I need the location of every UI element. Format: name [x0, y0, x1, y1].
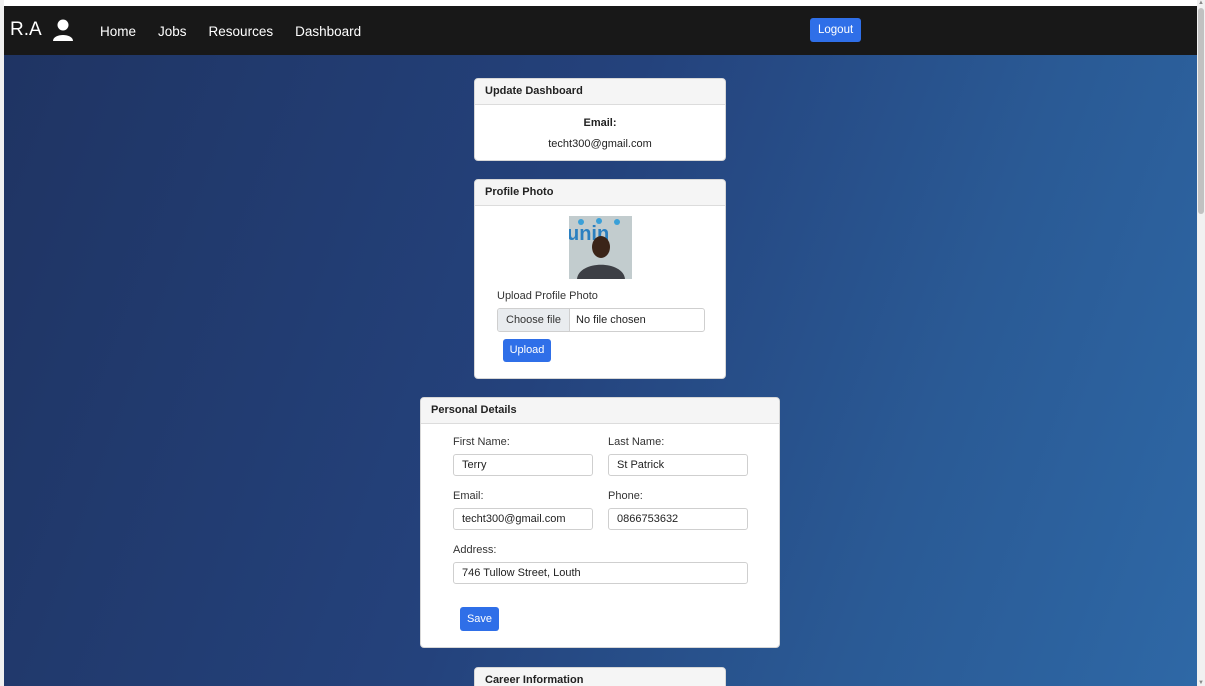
address-label: Address: — [453, 544, 497, 556]
nav-links: Home Jobs Resources Dashboard — [100, 24, 383, 40]
email-value: techt300@gmail.com — [548, 138, 652, 150]
nav-link-resources[interactable]: Resources — [209, 24, 274, 40]
last-name-label: Last Name: — [608, 436, 665, 448]
brand-logo-text[interactable]: R.A — [10, 20, 42, 40]
profile-photo-card: Profile Photo unin Upload Profile Photo … — [474, 179, 726, 379]
card-title: Update Dashboard — [475, 79, 725, 105]
scrollbar-thumb[interactable] — [1198, 8, 1204, 214]
phone-input[interactable] — [608, 508, 748, 530]
card-title: Profile Photo — [475, 180, 725, 206]
top-navbar: R.A Home Jobs Resources Dashboard Logout — [4, 6, 1197, 55]
choose-file-button[interactable]: Choose file — [498, 309, 571, 331]
email-label: Email: — [453, 490, 484, 502]
first-name-input[interactable] — [453, 454, 593, 476]
personal-details-card: Personal Details First Name: Last Name: … — [420, 397, 780, 648]
phone-label: Phone: — [608, 490, 643, 502]
upload-photo-label: Upload Profile Photo — [497, 290, 598, 302]
career-information-card: Career Information — [474, 667, 726, 686]
card-title: Career Information — [475, 668, 725, 686]
first-name-label: First Name: — [453, 436, 510, 448]
user-icon — [53, 19, 73, 41]
update-dashboard-card: Update Dashboard Email: techt300@gmail.c… — [474, 78, 726, 161]
profile-photo-image: unin — [569, 216, 632, 279]
logout-button[interactable]: Logout — [810, 18, 862, 42]
scroll-up-icon[interactable]: ▲ — [1198, 0, 1204, 6]
upload-button[interactable]: Upload — [503, 339, 551, 362]
address-input[interactable] — [453, 562, 748, 584]
file-input[interactable]: Choose file No file chosen — [497, 308, 705, 332]
nav-link-jobs[interactable]: Jobs — [158, 24, 187, 40]
main-content-area: Update Dashboard Email: techt300@gmail.c… — [4, 55, 1197, 686]
email-label: Email: — [583, 117, 617, 129]
save-button[interactable]: Save — [460, 607, 499, 631]
last-name-input[interactable] — [608, 454, 748, 476]
page-scrollbar[interactable]: ▲ ▼ — [1197, 0, 1205, 686]
nav-link-dashboard[interactable]: Dashboard — [295, 24, 361, 40]
scroll-down-icon[interactable]: ▼ — [1198, 680, 1204, 686]
nav-link-home[interactable]: Home — [100, 24, 136, 40]
email-input[interactable] — [453, 508, 593, 530]
file-status-text: No file chosen — [576, 314, 646, 326]
card-title: Personal Details — [421, 398, 779, 424]
